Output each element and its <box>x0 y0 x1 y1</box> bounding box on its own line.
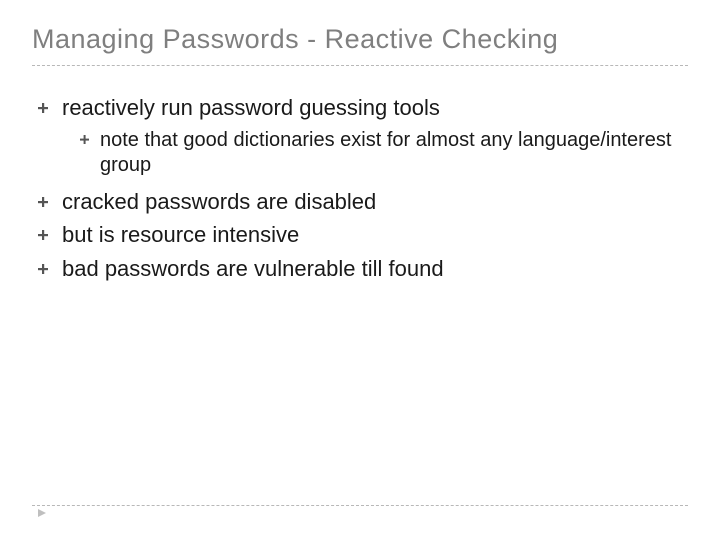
list-item-text: but is resource intensive <box>62 221 299 249</box>
footer-marker-icon <box>36 506 48 524</box>
list-item-text: bad passwords are vulnerable till found <box>62 255 444 283</box>
bullet-icon <box>78 132 90 148</box>
bullet-icon <box>36 98 50 118</box>
list-item: but is resource intensive <box>36 221 688 249</box>
bullet-icon <box>36 192 50 212</box>
bullet-icon <box>36 225 50 245</box>
list-item-text: cracked passwords are disabled <box>62 188 376 216</box>
list-item: note that good dictionaries exist for al… <box>78 128 688 178</box>
bullet-icon <box>36 259 50 279</box>
list-item-text: reactively run password guessing tools <box>62 94 440 122</box>
divider-bottom <box>32 505 688 506</box>
sub-list: note that good dictionaries exist for al… <box>36 128 688 178</box>
list-item-text: note that good dictionaries exist for al… <box>100 128 688 178</box>
divider-top <box>32 65 688 66</box>
content-area: reactively run password guessing tools n… <box>32 94 688 282</box>
list-item: cracked passwords are disabled <box>36 188 688 216</box>
list-item: reactively run password guessing tools <box>36 94 688 122</box>
slide-title: Managing Passwords - Reactive Checking <box>32 24 688 61</box>
list-item: bad passwords are vulnerable till found <box>36 255 688 283</box>
